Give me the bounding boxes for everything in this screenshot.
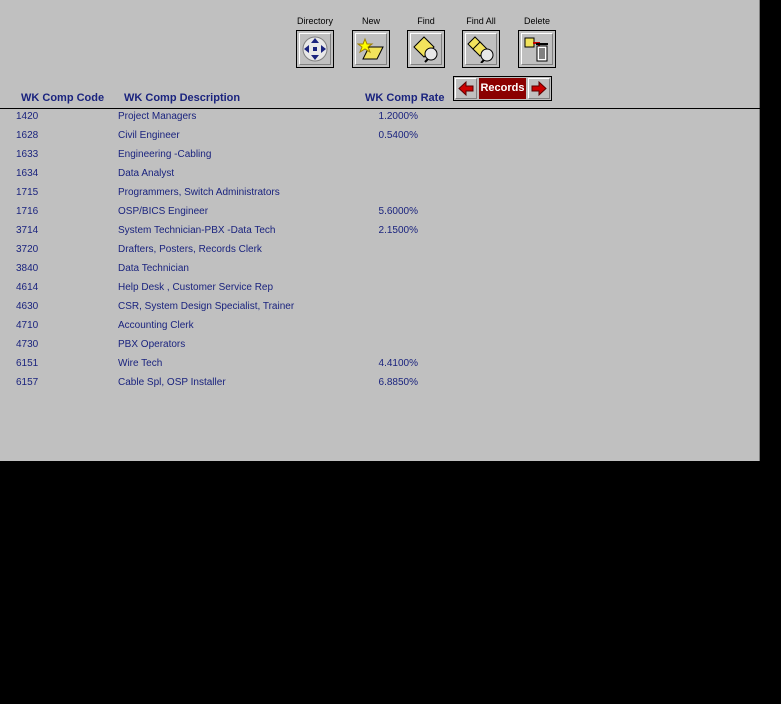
table-row[interactable]: 1634 Data Analyst: [0, 167, 760, 186]
column-header-description: WK Comp Description: [124, 92, 241, 104]
directory-button[interactable]: [296, 30, 334, 68]
wk-comp-code: 6157: [16, 377, 39, 388]
wk-comp-code: 4710: [16, 320, 39, 331]
directory-label: Directory: [296, 16, 333, 26]
main-layout-panel: Directory New Find Find All Delete Recor…: [0, 0, 760, 461]
table-row[interactable]: 1716 OSP/BICS Engineer 5.6000%: [0, 205, 760, 224]
wk-comp-code: 4614: [16, 282, 39, 293]
find-label: Find: [417, 16, 435, 26]
wk-comp-code: 4730: [16, 339, 39, 350]
previous-record-button[interactable]: [455, 78, 477, 99]
trash-can-icon: [524, 37, 548, 62]
wk-comp-description: Help Desk , Customer Service Rep: [118, 282, 274, 293]
left-arrow-icon: [458, 80, 474, 97]
next-record-button[interactable]: [528, 78, 550, 99]
wk-comp-code: 3714: [16, 225, 39, 236]
table-row[interactable]: 3840 Data Technician: [0, 262, 760, 281]
wk-comp-description: Civil Engineer: [118, 130, 180, 141]
wk-comp-code: 1633: [16, 149, 39, 160]
wk-comp-code: 6151: [16, 358, 39, 369]
table-row[interactable]: 4614 Help Desk , Customer Service Rep: [0, 281, 760, 300]
find-all-magnifier-icon: [467, 36, 494, 63]
new-label: New: [361, 16, 380, 26]
wk-comp-description: CSR, System Design Specialist, Trainer: [118, 301, 295, 312]
table-row[interactable]: 4730 PBX Operators: [0, 338, 760, 357]
delete-button[interactable]: [518, 30, 556, 68]
directory-tool: Directory: [292, 16, 338, 68]
wk-comp-description: PBX Operators: [118, 339, 186, 350]
wk-comp-rate: 1.2000%: [378, 111, 418, 122]
records-label: Records: [479, 78, 526, 99]
wk-comp-description: OSP/BICS Engineer: [118, 206, 209, 217]
right-arrow-icon: [531, 80, 547, 97]
table-row[interactable]: 6157 Cable Spl, OSP Installer 6.8850%: [0, 376, 760, 395]
wk-comp-rate: 4.4100%: [378, 358, 418, 369]
table-row[interactable]: 3714 System Technician-PBX -Data Tech 2.…: [0, 224, 760, 243]
wk-comp-description: Accounting Clerk: [118, 320, 194, 331]
new-tool: New: [348, 16, 394, 68]
wk-comp-rate: 0.5400%: [378, 130, 418, 141]
wk-comp-code: 1634: [16, 168, 39, 179]
wk-comp-code: 3840: [16, 263, 39, 274]
wk-comp-description: Drafters, Posters, Records Clerk: [118, 244, 262, 255]
find-magnifier-icon: [413, 36, 438, 63]
table-row[interactable]: 1715 Programmers, Switch Administrators: [0, 186, 760, 205]
wk-comp-code: 1420: [16, 111, 39, 122]
table-row[interactable]: 4710 Accounting Clerk: [0, 319, 760, 338]
column-header-rate: WK Comp Rate: [365, 92, 445, 104]
wk-comp-description: Wire Tech: [118, 358, 163, 369]
delete-label: Delete: [523, 16, 550, 26]
table-row[interactable]: 1628 Civil Engineer 0.5400%: [0, 129, 760, 148]
wk-comp-code: 4630: [16, 301, 39, 312]
delete-tool: Delete: [514, 16, 560, 68]
wk-comp-rate: 2.1500%: [378, 225, 418, 236]
wk-comp-code: 1716: [16, 206, 39, 217]
wk-comp-description: Data Analyst: [118, 168, 175, 179]
wk-comp-rate: 5.6000%: [378, 206, 418, 217]
find-tool: Find: [403, 16, 449, 68]
wk-comp-description: Data Technician: [118, 263, 189, 274]
directory-arrows-icon: [302, 36, 328, 62]
table-row[interactable]: 1633 Engineering -Cabling: [0, 148, 760, 167]
table-row[interactable]: 1420 Project Managers 1.2000%: [0, 110, 760, 129]
column-header-code: WK Comp Code: [21, 92, 105, 104]
wk-comp-code: 3720: [16, 244, 39, 255]
wk-comp-rate: 6.8850%: [378, 377, 418, 388]
table-row[interactable]: 6151 Wire Tech 4.4100%: [0, 357, 760, 376]
find-button[interactable]: [407, 30, 445, 68]
wk-comp-description: Project Managers: [118, 111, 197, 122]
find-all-tool: Find All: [458, 16, 504, 68]
table-row[interactable]: 3720 Drafters, Posters, Records Clerk: [0, 243, 760, 262]
wk-comp-description: Engineering -Cabling: [118, 149, 212, 160]
records-navigator: Records: [453, 76, 552, 101]
new-record-button[interactable]: [352, 30, 390, 68]
wk-comp-description: System Technician-PBX -Data Tech: [118, 225, 276, 236]
wk-comp-description: Cable Spl, OSP Installer: [118, 377, 226, 388]
find-all-label: Find All: [466, 16, 496, 26]
wk-comp-code: 1715: [16, 187, 39, 198]
header-divider: [0, 108, 760, 109]
wk-comp-code: 1628: [16, 130, 39, 141]
new-sparkle-icon: [357, 37, 384, 60]
table-row[interactable]: 4630 CSR, System Design Specialist, Trai…: [0, 300, 760, 319]
find-all-button[interactable]: [462, 30, 500, 68]
wk-comp-description: Programmers, Switch Administrators: [118, 187, 280, 198]
